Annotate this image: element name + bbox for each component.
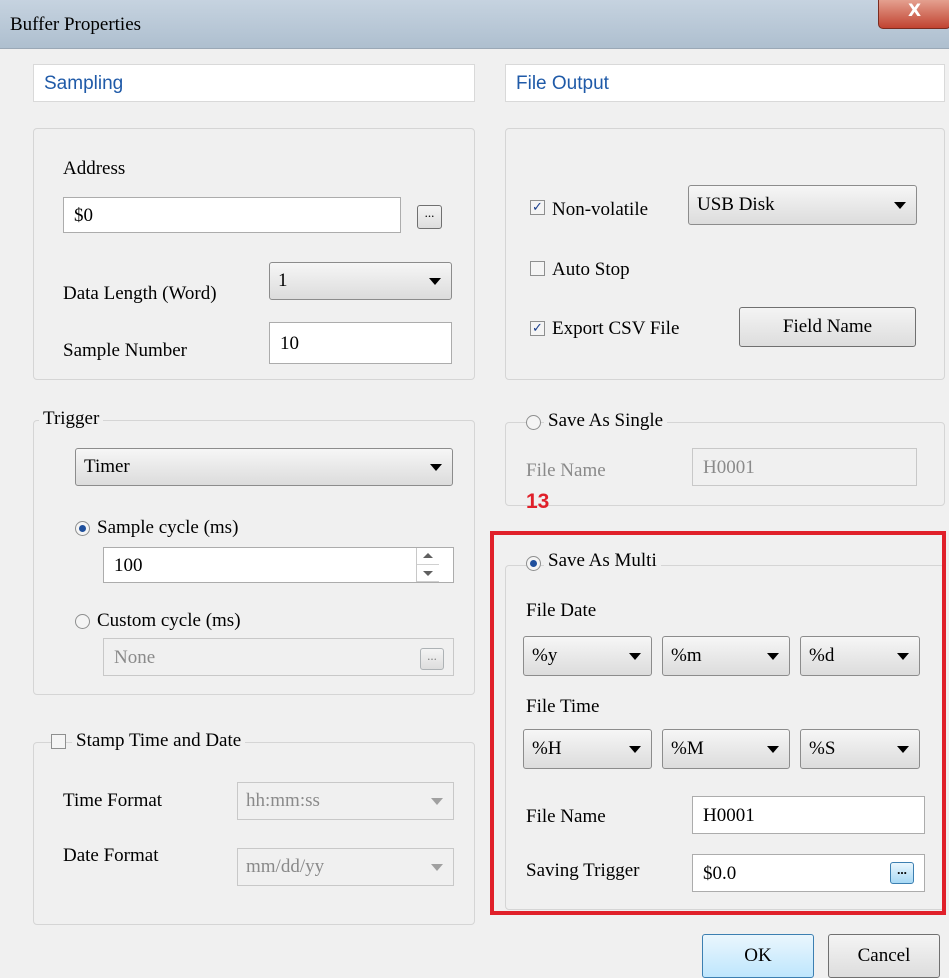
time-format-select: hh:mm:ss [237, 782, 454, 820]
address-value: $0 [74, 204, 93, 226]
single-file-name-value: H0001 [703, 456, 755, 478]
chevron-down-icon [431, 798, 443, 805]
address-label: Address [63, 158, 126, 179]
ok-button-label: OK [744, 945, 772, 966]
single-file-name-label: File Name [526, 460, 606, 481]
field-name-button[interactable]: Field Name [739, 307, 916, 347]
sample-number-label: Sample Number [63, 340, 188, 361]
sample-cycle-spinner[interactable] [416, 548, 439, 582]
ellipsis-icon: ... [427, 648, 437, 663]
date-format-value: mm/dd/yy [246, 856, 325, 877]
spin-up-icon[interactable] [417, 548, 439, 565]
custom-cycle-radio[interactable] [75, 614, 90, 629]
ellipsis-icon: ... [424, 205, 435, 220]
chevron-down-icon [429, 278, 441, 285]
address-browse-button[interactable]: ... [417, 205, 442, 229]
buffer-properties-dialog: Buffer Properties X Sampling File Output… [0, 0, 949, 978]
sample-cycle-input[interactable]: 100 [103, 547, 454, 583]
non-volatile-label: Non-volatile [552, 199, 649, 220]
stamp-panel [33, 742, 475, 925]
window-title: Buffer Properties [10, 14, 142, 35]
title-bar: Buffer Properties X [0, 0, 949, 49]
chevron-down-icon [430, 464, 442, 471]
save-single-radio[interactable] [526, 415, 541, 430]
sample-cycle-value: 100 [114, 554, 143, 576]
storage-value: USB Disk [697, 194, 775, 215]
chevron-down-icon [431, 864, 443, 871]
storage-select[interactable]: USB Disk [688, 185, 917, 225]
export-csv-label: Export CSV File [552, 318, 680, 339]
save-single-label: Save As Single [544, 410, 668, 432]
trigger-mode-select[interactable]: Timer [75, 448, 453, 486]
date-format-label: Date Format [63, 845, 159, 866]
sample-cycle-label: Sample cycle (ms) [97, 517, 239, 538]
sample-number-input[interactable]: 10 [269, 322, 452, 364]
cancel-button[interactable]: Cancel [828, 934, 940, 978]
non-volatile-checkbox[interactable]: ✓ [530, 200, 545, 215]
trigger-legend: Trigger [39, 408, 104, 430]
stamp-label: Stamp Time and Date [72, 730, 246, 752]
trigger-mode-value: Timer [84, 456, 130, 477]
sample-cycle-radio[interactable] [75, 521, 90, 536]
custom-cycle-value: None [114, 646, 156, 668]
custom-cycle-label: Custom cycle (ms) [97, 610, 241, 631]
highlight-frame [490, 531, 946, 915]
custom-cycle-input: None [103, 638, 454, 676]
stamp-checkbox[interactable] [51, 734, 66, 749]
sample-number-value: 10 [280, 332, 299, 354]
date-format-select: mm/dd/yy [237, 848, 454, 886]
sampling-header: Sampling [33, 64, 475, 102]
chevron-down-icon [894, 202, 906, 209]
close-icon: X [907, 1, 922, 21]
auto-stop-label: Auto Stop [552, 259, 630, 280]
time-format-label: Time Format [63, 790, 163, 811]
spin-down-icon[interactable] [417, 565, 439, 582]
export-csv-checkbox[interactable]: ✓ [530, 321, 545, 336]
file-output-header: File Output [505, 64, 945, 102]
close-button[interactable]: X [878, 0, 949, 29]
data-length-value: 1 [278, 270, 288, 291]
time-format-value: hh:mm:ss [246, 790, 320, 811]
address-input[interactable]: $0 [63, 197, 401, 233]
custom-cycle-browse-button: ... [420, 648, 444, 670]
single-file-name-input: H0001 [692, 448, 917, 486]
data-length-select[interactable]: 1 [269, 262, 452, 300]
field-name-button-label: Field Name [782, 316, 873, 337]
auto-stop-checkbox[interactable] [530, 261, 545, 276]
annotation-marker: 13 [526, 490, 550, 513]
ok-button[interactable]: OK [702, 934, 814, 978]
cancel-button-label: Cancel [857, 945, 911, 966]
data-length-label: Data Length (Word) [63, 283, 217, 304]
